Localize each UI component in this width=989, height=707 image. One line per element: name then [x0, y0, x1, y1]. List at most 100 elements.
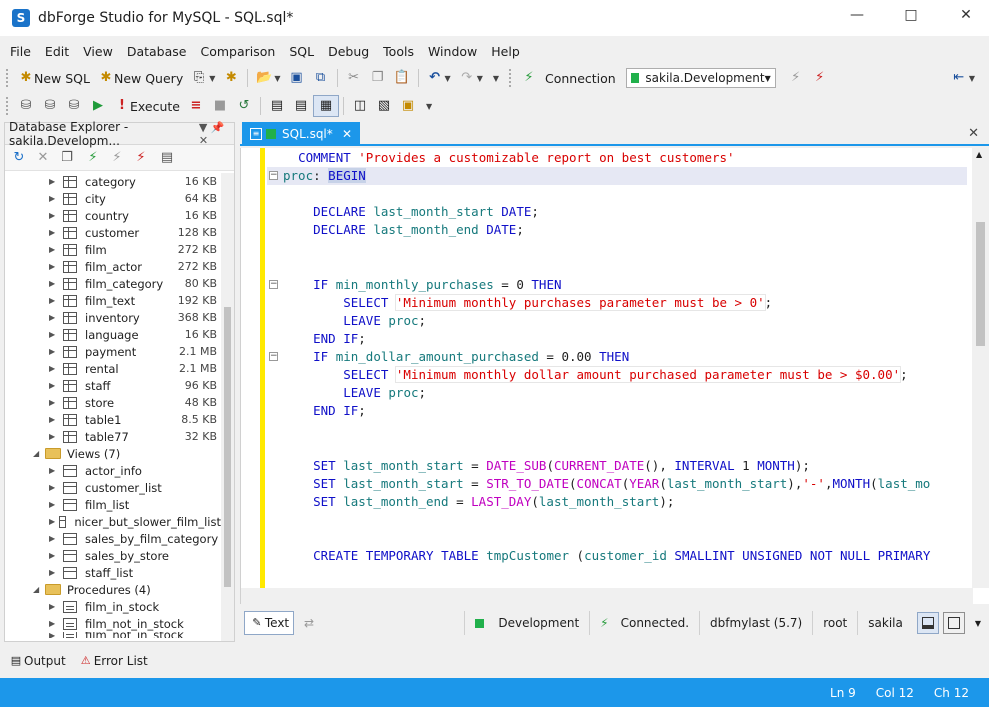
duplicate-icon[interactable]: ❐	[59, 150, 75, 166]
code-line[interactable]: proc: BEGIN −	[267, 167, 967, 186]
paste-button[interactable]: 📋	[390, 67, 414, 89]
expand-arrow-icon[interactable]: ▶	[49, 632, 59, 638]
expand-arrow-icon[interactable]: ▶	[49, 228, 59, 237]
code-line[interactable]	[283, 511, 967, 529]
toolbar-overflow-button[interactable]: ▼	[487, 67, 503, 89]
editor-scrollbar-thumb[interactable]	[976, 222, 985, 346]
expand-arrow-icon[interactable]: ▶	[49, 602, 59, 611]
tree-item-procedure[interactable]: ▶ film_not_in_stock	[5, 615, 221, 632]
save-button[interactable]: ▣	[285, 67, 309, 89]
connection-manager-button[interactable]: ⚡	[808, 67, 832, 89]
code-area[interactable]: COMMENT 'Provides a customizable report …	[267, 149, 967, 565]
expand-arrow-icon[interactable]: ▶	[49, 534, 59, 543]
menu-tools[interactable]: Tools	[376, 44, 421, 59]
expand-arrow-icon[interactable]: ▶	[49, 398, 59, 407]
code-line[interactable]: SET last_month_start = STR_TO_DATE(CONCA…	[283, 475, 967, 493]
execute-button[interactable]: ! Execute	[110, 95, 184, 117]
menu-edit[interactable]: Edit	[38, 44, 76, 59]
tree-item-table[interactable]: ▶ city 64 KB	[5, 190, 221, 207]
refresh-icon[interactable]: ↻	[11, 150, 27, 166]
new-sql-button[interactable]: ✱ New SQL	[14, 67, 94, 89]
text-mode-button[interactable]: ✎ Text	[244, 611, 294, 635]
switch-view-icon[interactable]: ⇄	[304, 616, 314, 630]
expand-arrow-icon[interactable]: ▶	[49, 194, 59, 203]
expand-arrow-icon[interactable]: ▶	[49, 500, 59, 509]
tree-item-view[interactable]: ▶ customer_list	[5, 479, 221, 496]
new-connection-icon[interactable]: ⚡	[85, 150, 101, 166]
expand-arrow-icon[interactable]: ▶	[49, 381, 59, 390]
tree-item-table[interactable]: ▶ table77 32 KB	[5, 428, 221, 445]
expand-arrow-icon[interactable]: ▶	[49, 432, 59, 441]
expand-arrow-icon[interactable]: ▶	[49, 415, 59, 424]
tree-item-table[interactable]: ▶ film_actor 272 KB	[5, 258, 221, 275]
edit-connection-icon[interactable]: ⚡	[133, 150, 149, 166]
code-line[interactable]	[283, 258, 967, 276]
code-line[interactable]: SELECT 'Minimum monthly dollar amount pu…	[283, 366, 967, 384]
disconnect-button[interactable]: ⚡	[784, 67, 808, 89]
tree-item-table[interactable]: ▶ film_text 192 KB	[5, 292, 221, 309]
menu-view[interactable]: View	[76, 44, 120, 59]
align-button[interactable]: ⇤ ▼	[947, 67, 979, 89]
code-line[interactable]: IF min_dollar_amount_purchased = 0.00 TH…	[269, 348, 967, 366]
copy-button[interactable]: ❐	[366, 67, 390, 89]
redo-button[interactable]: ↷ ▼	[455, 67, 487, 89]
maximize-button[interactable]: □	[888, 0, 934, 30]
expand-arrow-icon[interactable]: ▶	[49, 568, 59, 577]
delete-icon[interactable]: ✕	[35, 150, 51, 166]
menu-sql[interactable]: SQL	[282, 44, 321, 59]
menu-file[interactable]: File	[0, 44, 38, 59]
stop-button[interactable]: ■	[208, 95, 232, 117]
pin-results-button[interactable]: ▦	[313, 95, 339, 117]
image-button[interactable]: ▧	[372, 95, 396, 117]
expand-arrow-icon[interactable]: ▶	[49, 262, 59, 271]
code-line[interactable]	[283, 439, 967, 457]
tree-item-procedure-partial[interactable]: ▶ film_not_in_stock	[5, 632, 221, 638]
save-all-button[interactable]: ⧉	[309, 67, 333, 89]
menu-help[interactable]: Help	[484, 44, 527, 59]
tree-item-view[interactable]: ▶ sales_by_film_category	[5, 530, 221, 547]
fold-collapse-icon[interactable]: −	[269, 171, 278, 181]
expand-arrow-icon[interactable]: ▶	[49, 313, 59, 322]
history-button[interactable]: ↺	[232, 95, 256, 117]
format-button[interactable]: ▤	[289, 95, 313, 117]
scroll-up-icon[interactable]: ▲	[976, 150, 982, 159]
object-button[interactable]: ▣	[396, 95, 420, 117]
menu-comparison[interactable]: Comparison	[193, 44, 282, 59]
expand-arrow-icon[interactable]: ▶	[49, 347, 59, 356]
new-item-button[interactable]: ✱	[219, 67, 243, 89]
tree-item-table[interactable]: ▶ staff 96 KB	[5, 377, 221, 394]
database-run-button[interactable]: ⛁	[62, 95, 86, 117]
tree-folder-procedures[interactable]: ◢ Procedures (4)	[5, 581, 221, 598]
expanded-arrow-icon[interactable]: ◢	[33, 449, 43, 458]
close-window-button[interactable]: ✕	[943, 0, 989, 30]
tree-item-table[interactable]: ▶ category 16 KB	[5, 173, 221, 190]
new-document-button[interactable]: ⎘ ▼	[187, 67, 219, 89]
expand-arrow-icon[interactable]: ▶	[49, 279, 59, 288]
expand-arrow-icon[interactable]: ▶	[49, 466, 59, 475]
menu-debug[interactable]: Debug	[321, 44, 376, 59]
expand-arrow-icon[interactable]: ▶	[49, 245, 59, 254]
panel-hide-button[interactable]	[942, 612, 965, 634]
profile-button[interactable]: ▤	[265, 95, 289, 117]
code-line[interactable]	[283, 185, 967, 203]
code-line[interactable]	[283, 529, 967, 547]
open-button[interactable]: 📂 ▼	[252, 67, 284, 89]
tree-item-table[interactable]: ▶ customer 128 KB	[5, 224, 221, 241]
code-line[interactable]: DECLARE last_month_end DATE;	[283, 221, 967, 239]
database-button[interactable]: ⛁	[14, 95, 38, 117]
new-query-button[interactable]: ✱ New Query	[94, 67, 187, 89]
panel-layout-button[interactable]	[916, 612, 939, 634]
tree-item-table[interactable]: ▶ table1 8.5 KB	[5, 411, 221, 428]
tree-item-view[interactable]: ▶ nicer_but_slower_film_list	[5, 513, 221, 530]
cut-button[interactable]: ✂	[342, 67, 366, 89]
close-tab-icon[interactable]: ✕	[342, 127, 352, 141]
code-line[interactable]	[283, 239, 967, 257]
fold-collapse-icon[interactable]: −	[269, 352, 278, 362]
minimize-button[interactable]: —	[834, 0, 880, 30]
toolbar-overflow-button-2[interactable]: ▼	[420, 95, 436, 117]
expand-arrow-icon[interactable]: ▶	[49, 364, 59, 373]
undo-button[interactable]: ↶ ▼	[423, 67, 455, 89]
tree-item-view[interactable]: ▶ staff_list	[5, 564, 221, 581]
expand-arrow-icon[interactable]: ▶	[49, 177, 59, 186]
tree-item-table[interactable]: ▶ country 16 KB	[5, 207, 221, 224]
